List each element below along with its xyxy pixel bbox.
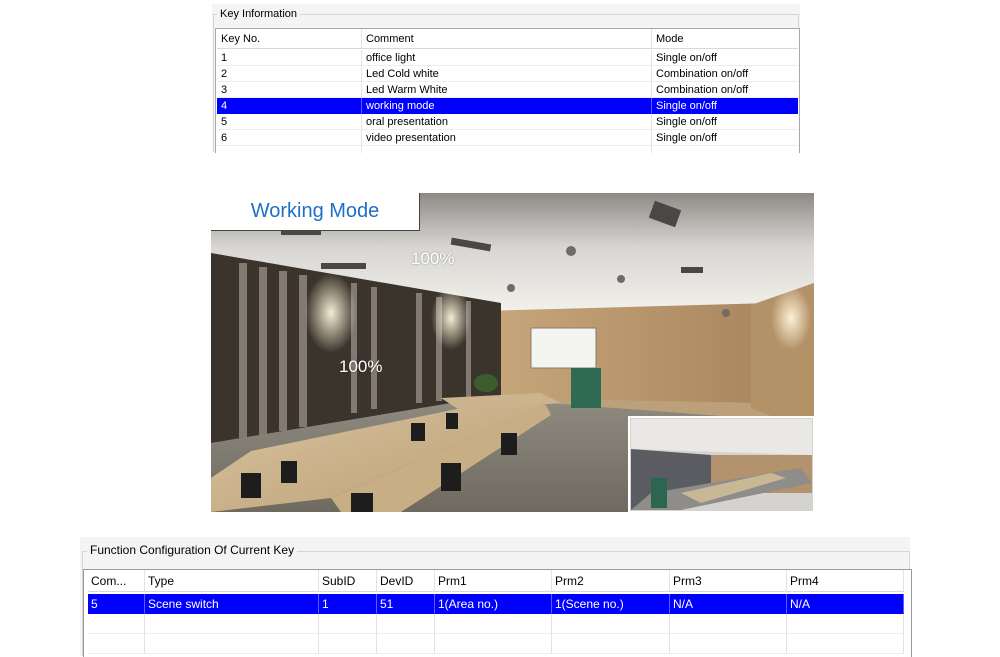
column-header-mode[interactable]: Mode	[652, 29, 798, 49]
key-row-6[interactable]: 6 video presentation Single on/off	[217, 130, 798, 146]
column-header-devid[interactable]: DevID	[377, 570, 435, 592]
key-number: 1	[217, 50, 362, 66]
key-mode: Single on/off	[652, 50, 798, 66]
function-configuration-group: Function Configuration Of Current Key Co…	[80, 537, 912, 657]
key-comment: Led Warm White	[362, 82, 652, 98]
column-header-prm2[interactable]: Prm2	[552, 570, 670, 592]
key-comment: Led Cold white	[362, 66, 652, 82]
column-header-prm4[interactable]: Prm4	[787, 570, 904, 592]
empty-cell	[217, 146, 362, 153]
column-header-type[interactable]: Type	[145, 570, 319, 592]
key-mode: Combination on/off	[652, 66, 798, 82]
key-row-3[interactable]: 3 Led Warm White Combination on/off	[217, 82, 798, 98]
key-number: 6	[217, 130, 362, 146]
key-row-2[interactable]: 2 Led Cold white Combination on/off	[217, 66, 798, 82]
key-mode: Single on/off	[652, 114, 798, 130]
wall-light-level: 100%	[339, 357, 383, 376]
key-comment: office light	[362, 50, 652, 66]
empty-cell	[552, 634, 670, 654]
ceiling-light-level: 100%	[411, 249, 455, 268]
conference-room-illustration	[211, 193, 814, 512]
function-prm4: N/A	[787, 594, 904, 614]
empty-cell	[670, 614, 787, 634]
key-table-header: Key No. Comment Mode	[217, 29, 798, 49]
scene-mode-label: Working Mode	[211, 193, 420, 231]
empty-cell	[787, 614, 904, 634]
column-header-subid[interactable]: SubID	[319, 570, 377, 592]
key-information-group: Key Information Key No. Comment Mode 1 o…	[212, 4, 800, 153]
empty-cell	[377, 634, 435, 654]
empty-cell	[377, 614, 435, 634]
column-header-key-no[interactable]: Key No.	[217, 29, 362, 49]
key-mode: Combination on/off	[652, 82, 798, 98]
key-table[interactable]: Key No. Comment Mode 1 office light Sing…	[215, 28, 800, 153]
key-row-empty	[217, 146, 798, 153]
key-number: 3	[217, 82, 362, 98]
column-header-prm3[interactable]: Prm3	[670, 570, 787, 592]
key-number: 2	[217, 66, 362, 82]
empty-cell	[670, 634, 787, 654]
key-comment: video presentation	[362, 130, 652, 146]
column-header-prm1[interactable]: Prm1	[435, 570, 552, 592]
function-com: 5	[88, 594, 145, 614]
function-prm2: 1(Scene no.)	[552, 594, 670, 614]
key-row-4-selected[interactable]: 4 working mode Single on/off	[217, 98, 798, 114]
key-information-title: Key Information	[217, 7, 301, 21]
empty-cell	[88, 634, 145, 654]
empty-cell	[319, 614, 377, 634]
function-prm1: 1(Area no.)	[435, 594, 552, 614]
key-number: 4	[217, 98, 362, 114]
function-table-header: Com... Type SubID DevID Prm1 Prm2 Prm3 P…	[88, 570, 904, 592]
key-row-1[interactable]: 1 office light Single on/off	[217, 50, 798, 66]
column-header-comment[interactable]: Comment	[362, 29, 652, 49]
empty-cell	[145, 614, 319, 634]
empty-cell	[362, 146, 652, 153]
function-row-selected[interactable]: 5 Scene switch 1 51 1(Area no.) 1(Scene …	[88, 594, 904, 614]
function-prm3: N/A	[670, 594, 787, 614]
empty-cell	[787, 634, 904, 654]
key-comment: working mode	[362, 98, 652, 114]
empty-cell	[145, 634, 319, 654]
scene-preview-image: Working Mode 100% 100%	[211, 193, 814, 512]
column-header-com[interactable]: Com...	[88, 570, 145, 592]
empty-cell	[435, 634, 552, 654]
empty-cell	[319, 634, 377, 654]
empty-cell	[435, 614, 552, 634]
key-number: 5	[217, 114, 362, 130]
function-type: Scene switch	[145, 594, 319, 614]
empty-cell	[88, 614, 145, 634]
empty-cell	[652, 146, 798, 153]
key-mode: Single on/off	[652, 98, 798, 114]
key-row-5[interactable]: 5 oral presentation Single on/off	[217, 114, 798, 130]
function-row-empty	[88, 614, 904, 634]
function-row-empty	[88, 634, 904, 654]
function-devid: 51	[377, 594, 435, 614]
function-configuration-title: Function Configuration Of Current Key	[87, 543, 298, 558]
key-comment: oral presentation	[362, 114, 652, 130]
function-config-table[interactable]: Com... Type SubID DevID Prm1 Prm2 Prm3 P…	[83, 569, 912, 657]
empty-cell	[552, 614, 670, 634]
key-mode: Single on/off	[652, 130, 798, 146]
function-subid: 1	[319, 594, 377, 614]
